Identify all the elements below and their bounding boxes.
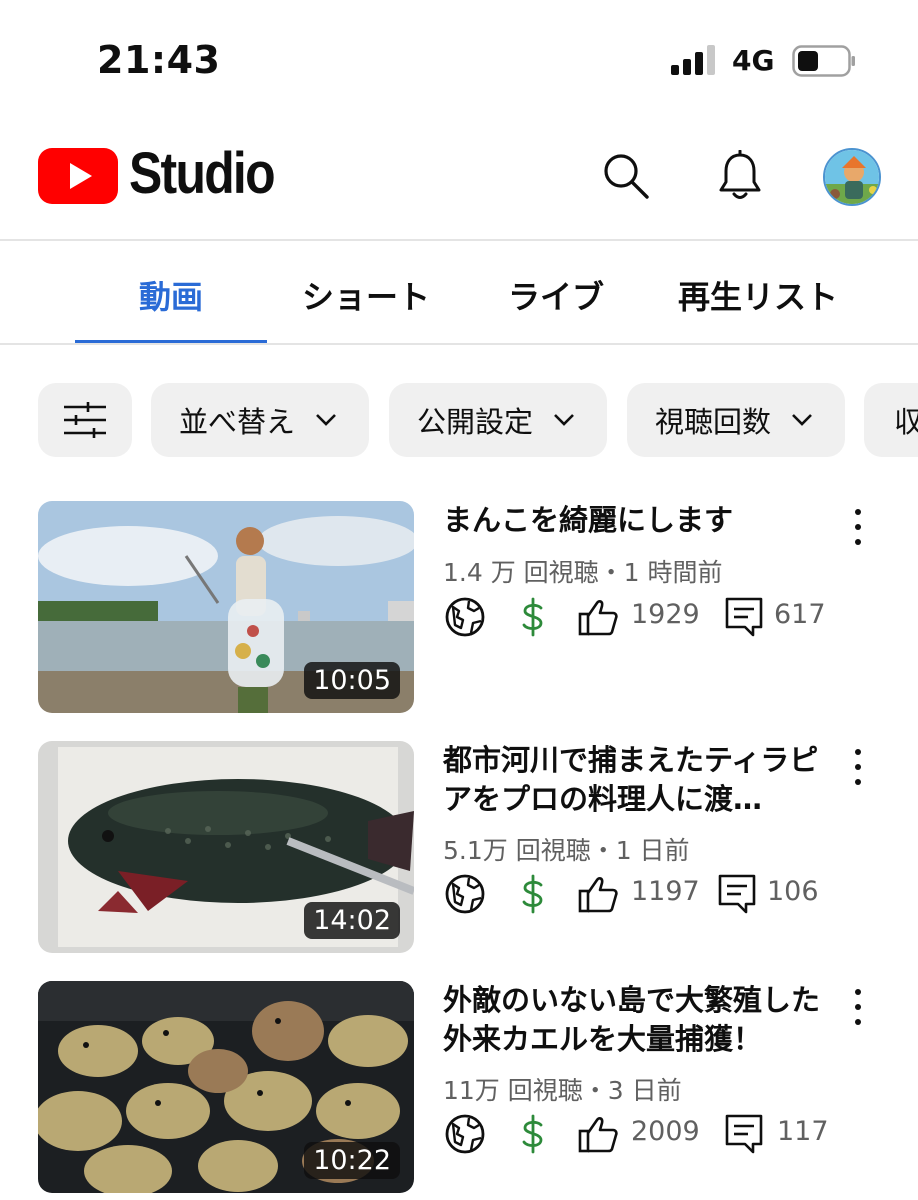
comment-count: 117 [777, 1116, 829, 1147]
like-count: 1197 [631, 876, 700, 907]
views-chip[interactable]: 視聴回数 [627, 383, 845, 457]
more-options-button[interactable] [842, 507, 874, 547]
comment-icon[interactable] [723, 595, 767, 639]
bell-icon [719, 150, 761, 199]
comment-icon[interactable] [723, 1112, 767, 1156]
visibility-chip-label: 公開設定 [417, 405, 534, 439]
like-icon[interactable] [577, 872, 621, 916]
chevron-down-icon [792, 414, 812, 426]
tab-live[interactable]: ライブ [508, 272, 604, 318]
video-title[interactable]: 都市河川で捕まえたティラピアをプロの料理人に渡… [443, 741, 833, 819]
like-icon[interactable] [577, 595, 621, 639]
battery-icon [792, 45, 855, 77]
globe-icon[interactable] [443, 595, 487, 639]
video-duration: 14:02 [304, 902, 400, 939]
video-thumbnail[interactable]: 14:02 [38, 741, 414, 953]
comment-count: 617 [774, 599, 826, 630]
globe-icon[interactable] [443, 1112, 487, 1156]
video-row[interactable]: 10:05 まんこを綺麗にします 1.4 万 回視聴・1 時間前 1929 61… [0, 501, 918, 713]
revenue-chip-label: 収 [894, 405, 918, 439]
sliders-icon [64, 402, 106, 438]
tab-videos[interactable]: 動画 [139, 272, 203, 318]
views-chip-label: 視聴回数 [655, 405, 772, 439]
search-button[interactable] [596, 146, 656, 206]
dollar-icon[interactable] [511, 595, 555, 639]
video-meta: 11万 回視聴・3 日前 [443, 1076, 682, 1105]
header-divider [0, 239, 918, 241]
chevron-down-icon [316, 414, 336, 426]
comment-icon[interactable] [716, 872, 760, 916]
globe-icon[interactable] [443, 872, 487, 916]
video-meta: 5.1万 回視聴・1 日前 [443, 836, 690, 865]
status-bar: 21:43 4G [0, 0, 918, 120]
video-meta: 1.4 万 回視聴・1 時間前 [443, 558, 723, 587]
video-stats: 2009 117 [443, 1112, 863, 1156]
youtube-logo-icon[interactable] [38, 148, 118, 204]
sort-chip[interactable]: 並べ替え [151, 383, 369, 457]
video-title[interactable]: 外敵のいない島で大繁殖した外来カエルを大量捕獲！ [443, 981, 833, 1059]
signal-icon [671, 45, 715, 75]
network-label: 4G [732, 44, 775, 77]
comment-count: 106 [767, 876, 819, 907]
video-row[interactable]: 14:02 都市河川で捕まえたティラピアをプロの料理人に渡… 5.1万 回視聴・… [0, 741, 918, 953]
tab-playlists[interactable]: 再生リスト [678, 272, 838, 318]
chevron-down-icon [554, 414, 574, 426]
app-name: Studio [129, 141, 276, 206]
video-duration: 10:22 [304, 1142, 400, 1179]
video-thumbnail[interactable]: 10:22 [38, 981, 414, 1193]
avatar[interactable] [823, 148, 881, 206]
sort-chip-label: 並べ替え [179, 405, 296, 439]
video-title[interactable]: まんこを綺麗にします [443, 501, 833, 540]
like-icon[interactable] [577, 1112, 621, 1156]
tab-bar: 動画 ショート ライブ 再生リスト [0, 242, 918, 344]
app-header: Studio [0, 120, 918, 240]
notifications-button[interactable] [710, 146, 770, 206]
filter-settings-button[interactable] [38, 383, 132, 457]
video-thumbnail[interactable]: 10:05 [38, 501, 414, 713]
video-stats: 1929 617 [443, 595, 863, 639]
visibility-chip[interactable]: 公開設定 [389, 383, 607, 457]
more-options-button[interactable] [842, 747, 874, 787]
dollar-icon[interactable] [511, 872, 555, 916]
like-count: 2009 [631, 1116, 700, 1147]
search-icon [604, 154, 649, 199]
like-count: 1929 [631, 599, 700, 630]
more-options-button[interactable] [842, 987, 874, 1027]
status-time: 21:43 [97, 38, 221, 82]
revenue-chip[interactable]: 収 [864, 383, 918, 457]
tab-shorts[interactable]: ショート [302, 272, 430, 318]
tabs-divider [0, 343, 918, 345]
video-row[interactable]: 10:22 外敵のいない島で大繁殖した外来カエルを大量捕獲！ 11万 回視聴・3… [0, 981, 918, 1193]
video-stats: 1197 106 [443, 872, 863, 916]
dollar-icon[interactable] [511, 1112, 555, 1156]
video-duration: 10:05 [304, 662, 400, 699]
